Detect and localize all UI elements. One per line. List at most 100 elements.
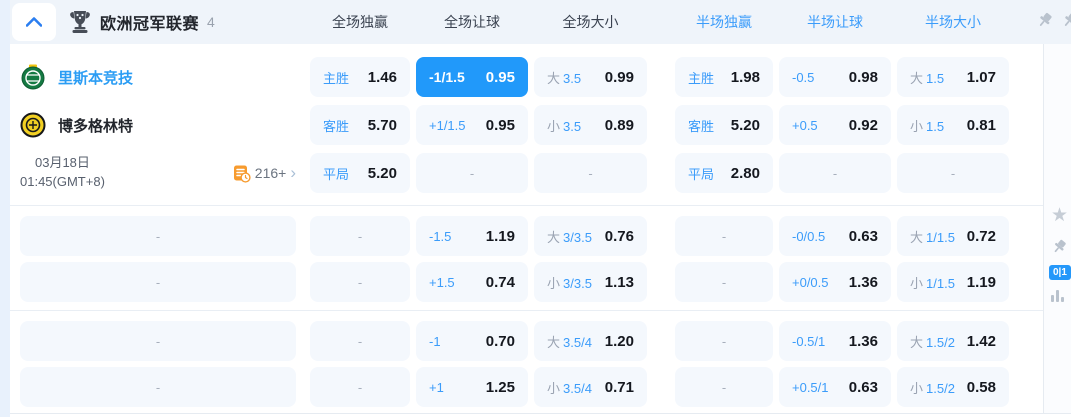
odds-cell[interactable]: +0.5/1 0.63: [779, 367, 891, 407]
odds-cell-empty: -: [675, 321, 773, 361]
odds-cell-empty: -: [675, 367, 773, 407]
markets-count: 216+: [254, 165, 287, 181]
odds-cell-empty: -: [20, 367, 296, 407]
column-group-gap: [653, 105, 669, 145]
column-header-ht-handicap[interactable]: 半场让球: [779, 12, 891, 32]
odds-cell[interactable]: 大 1/1.5 0.72: [897, 216, 1009, 256]
chevron-up-icon: [26, 17, 42, 27]
odds-cell[interactable]: 小 3.5/4 0.71: [534, 367, 647, 407]
bottom-divider: [10, 413, 1071, 414]
empty-label-column: --: [10, 216, 310, 302]
odds-cell[interactable]: 小 3/3.5 1.13: [534, 262, 647, 302]
home-team-logo-icon: [20, 64, 46, 90]
empty-label-column: --: [10, 321, 310, 407]
odds-block-alt-lines-1: -- - -1.5 1.19 大 3/3.5 0.76- -0/0.5 0.63 大 1/1.5 0…: [10, 205, 1043, 310]
column-group-gap: [653, 367, 669, 407]
score-badge[interactable]: 0|1: [1049, 265, 1071, 280]
odds-cell[interactable]: 小 1.5 0.81: [897, 105, 1009, 145]
odds-cell[interactable]: 大 3/3.5 0.76: [534, 216, 647, 256]
column-header-ft-handicap[interactable]: 全场让球: [416, 12, 528, 32]
away-team-name: 博多格林特: [58, 117, 134, 135]
column-headers: 全场独赢 全场让球 全场大小 半场独赢 半场让球 半场大小: [310, 12, 1009, 32]
odds-cell-selected[interactable]: -1/1.5 0.95: [416, 57, 528, 97]
league-zone: 欧洲冠军联赛 4: [10, 3, 310, 41]
odds-cell[interactable]: 小 1/1.5 1.19: [897, 262, 1009, 302]
match-datetime: 03月18日 01:45(GMT+8): [20, 154, 105, 192]
column-group-gap: [653, 262, 669, 302]
chevron-right-icon: ›: [290, 162, 296, 182]
odds-cell-empty: -: [310, 262, 410, 302]
pin-icon[interactable]: [1036, 11, 1054, 29]
odds-cell[interactable]: +1 1.25: [416, 367, 528, 407]
column-header-ht-ou[interactable]: 半场大小: [897, 12, 1009, 32]
champions-league-trophy-icon: [68, 9, 92, 35]
odds-cell[interactable]: 客胜 5.70: [310, 105, 410, 145]
odds-cell[interactable]: 大 1.5 1.07: [897, 57, 1009, 97]
home-team-name: 里斯本竞技: [58, 69, 134, 87]
odds-cell-empty: -: [20, 262, 296, 302]
odds-cell[interactable]: 平局 2.80: [675, 153, 773, 193]
odds-cell-empty: -: [310, 216, 410, 256]
column-header-ft-ou[interactable]: 全场大小: [534, 12, 647, 32]
pin-icon[interactable]: [1061, 11, 1071, 29]
odds-cell[interactable]: +0.5 0.92: [779, 105, 891, 145]
odds-cell[interactable]: 平局 5.20: [310, 153, 410, 193]
favorite-star-icon[interactable]: ★: [1051, 204, 1068, 227]
betting-odds-panel: 欧洲冠军联赛 4 全场独赢 全场让球 全场大小 半场独赢 半场让球 半场大小 里…: [0, 0, 1071, 417]
odds-cell-empty: -: [897, 153, 1009, 193]
odds-cell[interactable]: +1.5 0.74: [416, 262, 528, 302]
column-group-gap: [653, 321, 669, 361]
more-markets-link[interactable]: 216+ ›: [232, 164, 296, 183]
odds-cell-empty: -: [675, 262, 773, 302]
collapse-button[interactable]: [12, 3, 56, 41]
away-team-logo-icon: [20, 112, 46, 138]
odds-cell[interactable]: 大 1.5/2 1.42: [897, 321, 1009, 361]
odds-cell-empty: -: [310, 321, 410, 361]
odds-cell[interactable]: 主胜 1.46: [310, 57, 410, 97]
league-name[interactable]: 欧洲冠军联赛: [100, 10, 199, 34]
odds-cell-empty: -: [20, 216, 296, 256]
left-strip: [0, 0, 10, 417]
match-meta-row: 03月18日 01:45(GMT+8) 216+ ›: [20, 153, 296, 193]
column-group-gap: [653, 57, 669, 97]
odds-cell[interactable]: 小 3.5 0.89: [534, 105, 647, 145]
odds-cell[interactable]: +1/1.5 0.95: [416, 105, 528, 145]
column-header-ht-1x2[interactable]: 半场独赢: [675, 12, 773, 32]
odds-cell[interactable]: 主胜 1.98: [675, 57, 773, 97]
odds-cell[interactable]: 大 3.5 0.99: [534, 57, 647, 97]
odds-cell[interactable]: 大 3.5/4 1.20: [534, 321, 647, 361]
home-team-row[interactable]: 里斯本竞技: [20, 57, 296, 97]
odds-cell[interactable]: -0/0.5 0.63: [779, 216, 891, 256]
odds-block-fulltime: 里斯本竞技 博多格林特 03月18日 01:45(GMT+8) 216+ › 主…: [10, 44, 1043, 205]
column-group-gap: [653, 153, 669, 193]
odds-cell-empty: -: [675, 216, 773, 256]
odds-cell-empty: -: [779, 153, 891, 193]
match-time: 01:45(GMT+8): [20, 174, 105, 189]
odds-grid-3: - -1 0.70 大 3.5/4 1.20- -0.5/1 1.36 大 1.5/2 1.42- +…: [310, 321, 1009, 407]
away-team-row[interactable]: 博多格林特: [20, 105, 296, 145]
odds-grid-1: 主胜 1.46 -1/1.5 0.95 大 3.5 0.99 主胜 1.98 -0.5 0.98 大 1…: [310, 57, 1009, 193]
column-header-ft-1x2[interactable]: 全场独赢: [310, 12, 410, 32]
odds-cell[interactable]: -1.5 1.19: [416, 216, 528, 256]
odds-cell-empty: -: [416, 153, 528, 193]
odds-cell[interactable]: -0.5 0.98: [779, 57, 891, 97]
markets-list-icon: [233, 165, 251, 183]
odds-cell-empty: -: [534, 153, 647, 193]
match-count: 4: [207, 14, 215, 30]
odds-cell[interactable]: 小 1.5/2 0.58: [897, 367, 1009, 407]
odds-cell-empty: -: [20, 321, 296, 361]
odds-grid-2: - -1.5 1.19 大 3/3.5 0.76- -0/0.5 0.63 大 1/1.5 0.72…: [310, 216, 1009, 302]
column-group-gap: [653, 216, 669, 256]
stats-bars-icon[interactable]: [1051, 290, 1064, 302]
odds-cell[interactable]: +0/0.5 1.36: [779, 262, 891, 302]
odds-cell[interactable]: -1 0.70: [416, 321, 528, 361]
odds-cell[interactable]: -0.5/1 1.36: [779, 321, 891, 361]
match-info-column: 里斯本竞技 博多格林特 03月18日 01:45(GMT+8) 216+ ›: [10, 57, 310, 193]
odds-cell[interactable]: 客胜 5.20: [675, 105, 773, 145]
odds-cell-empty: -: [310, 367, 410, 407]
pin-icon[interactable]: [1051, 238, 1068, 260]
odds-body: 里斯本竞技 博多格林特 03月18日 01:45(GMT+8) 216+ › 主…: [10, 44, 1043, 415]
league-header: 欧洲冠军联赛 4 全场独赢 全场让球 全场大小 半场独赢 半场让球 半场大小: [10, 0, 1071, 44]
odds-block-alt-lines-2: -- - -1 0.70 大 3.5/4 1.20- -0.5/1 1.36 大 1.5/2 1.4…: [10, 310, 1043, 415]
header-pins: [1036, 11, 1071, 29]
